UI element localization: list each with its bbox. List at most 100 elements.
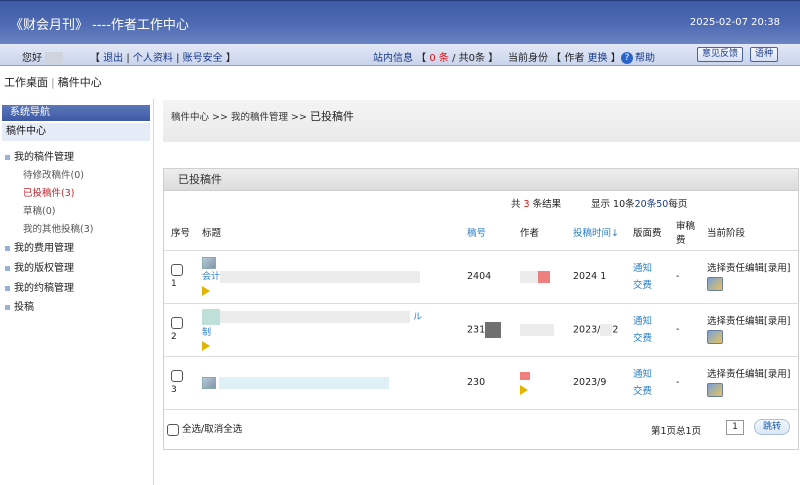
review-fee: -: [670, 303, 699, 357]
sidebar-item-invitations[interactable]: 我的约稿管理: [5, 279, 74, 294]
document-icon: [202, 376, 216, 389]
select-all[interactable]: 全选/取消全选: [167, 421, 242, 436]
profile-link[interactable]: 个人资料: [133, 53, 173, 64]
breadcrumb: 稿件中心 >> 我的稿件管理 >> 已投稿件: [171, 110, 354, 123]
col-review-fee: 审稿费: [670, 214, 699, 251]
breadcrumb-level2[interactable]: 我的稿件管理: [231, 112, 288, 123]
fee-pay-link[interactable]: 交费: [633, 330, 670, 347]
manuscript-title-link[interactable]: 制: [202, 328, 211, 338]
workbench-nav: 工作桌面 | 稿件中心: [4, 76, 102, 89]
edit-icon[interactable]: [707, 277, 723, 291]
author-redacted: [520, 270, 538, 283]
sidebar-item-fees[interactable]: 我的费用管理: [5, 239, 74, 254]
manuscript-number: 230: [467, 377, 486, 388]
identity-switch-link[interactable]: 更换: [588, 53, 608, 64]
sidebar-section[interactable]: 稿件中心: [2, 123, 150, 141]
sidebar-item-submit[interactable]: 投稿: [5, 298, 34, 313]
bullet-icon: [5, 245, 10, 251]
username-redacted: [45, 52, 64, 64]
author-redacted: [520, 323, 554, 336]
submit-time-tail: 2: [612, 324, 619, 335]
page-size-50[interactable]: 50: [656, 199, 668, 210]
edit-icon[interactable]: [707, 330, 723, 344]
fee-pay-link[interactable]: 交费: [633, 277, 670, 294]
play-icon[interactable]: [202, 285, 210, 296]
title-redacted: [220, 310, 410, 323]
title-redacted: [202, 308, 220, 325]
help-area[interactable]: ? 帮助: [621, 49, 655, 64]
greeting-area: 您好: [22, 49, 64, 64]
submit-time: 2023/: [573, 324, 601, 335]
workbench-desk-link[interactable]: 工作桌面: [4, 76, 48, 89]
breadcrumb-box: 稿件中心 >> 我的稿件管理 >> 已投稿件: [163, 100, 800, 142]
panel-title: 已投稿件: [164, 169, 798, 191]
sidebar-item-copyright[interactable]: 我的版权管理: [5, 259, 74, 274]
select-all-checkbox[interactable]: [167, 423, 179, 436]
sidebar-item-submitted[interactable]: 已投稿件(3): [23, 185, 74, 199]
play-icon[interactable]: [202, 340, 210, 351]
go-button[interactable]: 跳转: [754, 419, 790, 435]
page-info: 第1页总1页: [651, 426, 702, 437]
site-msg-count[interactable]: 0 条: [429, 53, 449, 64]
document-icon: [202, 257, 216, 270]
feedback-button[interactable]: 意见反馈: [697, 47, 744, 62]
page-size-10[interactable]: 10条: [613, 199, 635, 210]
help-icon: ?: [621, 52, 633, 64]
sidebar-item-drafts[interactable]: 草稿(0): [23, 203, 55, 217]
page-input[interactable]: 1: [726, 420, 744, 435]
workbench-center-link[interactable]: 稿件中心: [58, 76, 102, 89]
identity-area: 当前身份 【 作者 更换 】: [508, 53, 621, 64]
col-author: 作者: [514, 214, 568, 251]
site-msg-link[interactable]: 站内信息: [373, 53, 413, 64]
title-mark: ル: [413, 312, 423, 322]
table-row: 2 ル制 231 2023/2 通知 交费 - 选择责任编辑[录用]: [164, 303, 798, 357]
language-button[interactable]: 语种: [750, 47, 779, 62]
sidebar-item-other-submissions[interactable]: 我的其他投稿(3): [23, 221, 93, 235]
datetime: 2025-02-07 20:38: [689, 17, 780, 28]
table-row: 1 会计 2404 2024 1 通知 交费 - 选择责任编辑[录用]: [164, 250, 798, 304]
review-fee: -: [670, 250, 699, 304]
result-count: 共 3 条结果: [511, 199, 562, 210]
fee-pay-link[interactable]: 交费: [633, 383, 670, 400]
identity-value: 作者: [564, 53, 585, 64]
table-footer: 全选/取消全选 第1页总1页 1 跳转: [164, 417, 798, 439]
manuscript-number: 2404: [467, 271, 492, 282]
submit-time: 2023/9: [573, 377, 607, 388]
manuscript-number: 231: [467, 324, 486, 335]
col-manuscript-no[interactable]: 稿号: [462, 214, 514, 251]
row-number: 2: [171, 332, 177, 342]
stage-text: 选择责任编辑[录用]: [707, 368, 791, 380]
submit-time: 2024: [573, 271, 598, 282]
author-redacted: [538, 270, 550, 283]
row-checkbox[interactable]: [171, 370, 183, 382]
manuscripts-table: 序号 标题 稿号 作者 投稿时间↓ 版面费 审稿费 当前阶段 1 会计 2404…: [164, 214, 798, 410]
logout-link[interactable]: 退出: [103, 53, 123, 64]
title-redacted: [219, 376, 390, 389]
title-redacted: [220, 270, 421, 283]
row-number: 1: [171, 279, 177, 289]
submitted-panel: 已投稿件 共 3 条结果 显示 10条20条50每页 序号 标题 稿号 作者 投…: [163, 168, 799, 450]
sidebar-item-my-manuscripts[interactable]: 我的稿件管理: [5, 148, 74, 163]
sidebar-item-pending-revision[interactable]: 待修改稿件(0): [23, 167, 84, 181]
row-number: 3: [171, 385, 177, 395]
manuscript-title-link[interactable]: 会计: [202, 272, 220, 282]
bullet-icon: [5, 285, 10, 291]
stage-text: 选择责任编辑[录用]: [707, 262, 791, 274]
row-checkbox[interactable]: [171, 317, 183, 329]
help-link[interactable]: 帮助: [635, 53, 655, 64]
security-link[interactable]: 账号安全: [183, 53, 223, 64]
breadcrumb-level1[interactable]: 稿件中心: [171, 112, 209, 123]
bullet-icon: [5, 265, 10, 271]
fee-notice-link[interactable]: 通知: [633, 366, 670, 383]
col-title: 标题: [198, 214, 462, 251]
sidebar: 系统导航 稿件中心 我的稿件管理 待修改稿件(0) 已投稿件(3) 草稿(0) …: [0, 99, 154, 485]
col-submit-time[interactable]: 投稿时间↓: [568, 214, 623, 251]
play-icon[interactable]: [520, 384, 528, 395]
edit-icon[interactable]: [707, 383, 723, 397]
table-header-row: 序号 标题 稿号 作者 投稿时间↓ 版面费 审稿费 当前阶段: [164, 214, 798, 251]
page-size-20[interactable]: 20条: [635, 199, 657, 210]
row-checkbox[interactable]: [171, 264, 183, 276]
fee-notice-link[interactable]: 通知: [633, 313, 670, 330]
fee-notice-link[interactable]: 通知: [633, 260, 670, 277]
stage-text: 选择责任编辑[录用]: [707, 315, 791, 327]
